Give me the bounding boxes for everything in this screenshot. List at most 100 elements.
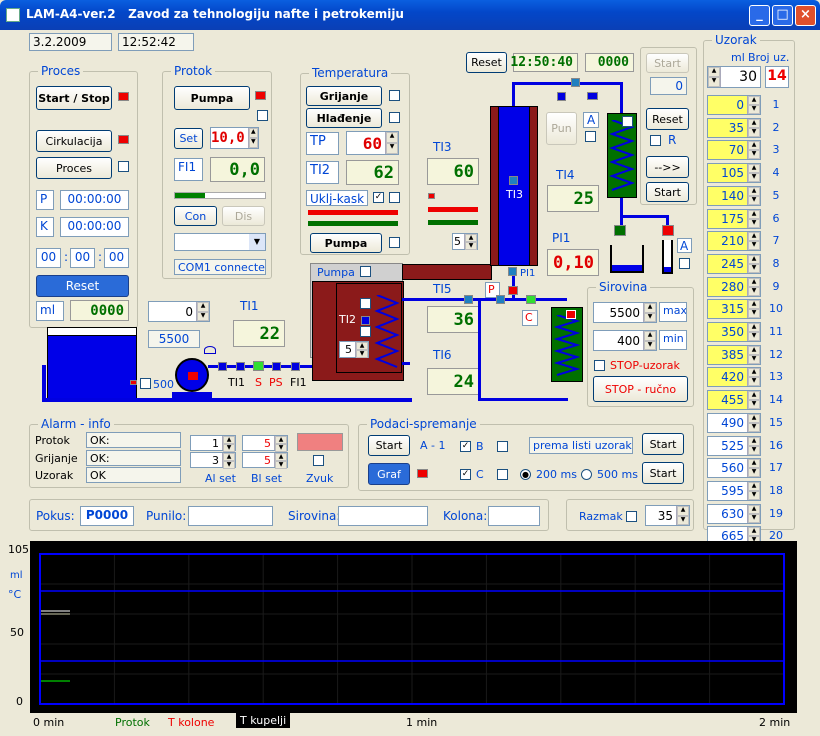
uklj-kask-checkbox[interactable]: ✓	[373, 192, 384, 203]
proces-button[interactable]: Proces	[36, 157, 112, 179]
spin-down-icon[interactable]: ▼	[748, 309, 760, 319]
timer-hours[interactable]: 00	[36, 248, 61, 268]
stop-uzorak-checkbox[interactable]	[594, 360, 605, 371]
uzorak-volume-spinner[interactable]: 0 ▲ ▼	[707, 95, 761, 115]
advance-button[interactable]: -->>	[646, 156, 689, 178]
cooler-upper-checkbox[interactable]	[622, 116, 633, 127]
pokus-field[interactable]: P0000	[80, 506, 134, 526]
temp-pumpa-button[interactable]: Pumpa	[310, 233, 382, 253]
uzorak-volume-spinner[interactable]: 210 ▲ ▼	[707, 231, 761, 252]
uzorak-volume-spinner[interactable]: 385 ▲ ▼	[707, 344, 761, 365]
spin-up-icon[interactable]: ▲	[748, 254, 760, 264]
uzorak-volume-value[interactable]: 420	[708, 368, 747, 386]
c-checkbox[interactable]: ✓	[460, 469, 471, 480]
uzorak-volume-spinner[interactable]: 595 ▲ ▼	[707, 480, 761, 501]
valve-icon[interactable]	[204, 346, 216, 354]
green-valve[interactable]	[614, 225, 626, 236]
uzorak-volume-spinner[interactable]: 350 ▲ ▼	[707, 322, 761, 342]
uzorak-ml-spinner[interactable]: 30 ▲ ▼	[707, 66, 761, 88]
spin-down-icon[interactable]: ▼	[748, 127, 760, 137]
uzorak-volume-spinner[interactable]: 175 ▲ ▼	[707, 208, 761, 229]
uklj-kask-checkbox-2[interactable]	[389, 192, 400, 203]
a2-checkbox[interactable]	[679, 258, 690, 269]
spin-down-icon[interactable]: ▼	[677, 515, 689, 525]
set-value[interactable]: 10,0	[211, 128, 248, 148]
bl-set-spin-2[interactable]: 5 ▲ ▼	[242, 452, 288, 469]
zvuk-checkbox[interactable]	[313, 455, 324, 466]
spin-up-icon[interactable]: ▲	[748, 96, 760, 105]
spin-down-icon[interactable]: ▼	[748, 263, 760, 273]
uzorak-volume-value[interactable]: 595	[708, 482, 747, 500]
spin-up-icon[interactable]: ▲	[748, 459, 760, 469]
spin-down-icon[interactable]: ▼	[248, 138, 258, 148]
al-set-value-2[interactable]: 3	[191, 453, 222, 467]
hladenje-button[interactable]: Hlađenje	[306, 108, 382, 128]
spin-down-icon[interactable]: ▼	[748, 445, 760, 455]
spin-down-icon[interactable]: ▼	[748, 468, 760, 478]
spin-up-icon[interactable]: ▲	[748, 164, 760, 174]
spin-up-icon[interactable]: ▲	[356, 342, 368, 350]
spin-up-icon[interactable]: ▲	[748, 481, 760, 491]
uzorak-volume-value[interactable]: 210	[708, 232, 747, 250]
spin-down-icon[interactable]: ▼	[748, 241, 760, 251]
spin-down-icon[interactable]: ▼	[748, 286, 760, 296]
uzorak-volume-spinner[interactable]: 245 ▲ ▼	[707, 253, 761, 274]
bath-spinner[interactable]: 5 ▲ ▼	[339, 341, 369, 358]
pump-icon[interactable]	[175, 358, 209, 392]
spin-up-icon[interactable]: ▲	[708, 67, 720, 77]
bl-set-value-1[interactable]: 5	[243, 436, 274, 450]
spin-down-icon[interactable]: ▼	[465, 242, 477, 250]
uzorak-volume-spinner[interactable]: 630 ▲ ▼	[707, 503, 761, 524]
spin-down-icon[interactable]: ▼	[644, 340, 656, 350]
uzorak-volume-value[interactable]: 280	[708, 278, 747, 296]
solenoid-s[interactable]	[253, 361, 264, 371]
spin-up-icon[interactable]: ▲	[748, 391, 760, 401]
c-valve[interactable]	[526, 295, 536, 304]
b2-checkbox[interactable]	[497, 441, 508, 452]
proces-checkbox[interactable]	[118, 161, 129, 172]
uzorak-volume-spinner[interactable]: 525 ▲ ▼	[707, 435, 761, 456]
al-set-spin-1[interactable]: 1 ▲ ▼	[190, 435, 236, 452]
spin-down-icon[interactable]: ▼	[275, 461, 287, 469]
al-set-spin-2[interactable]: 3 ▲ ▼	[190, 452, 236, 469]
spin-up-icon[interactable]: ▲	[748, 368, 760, 378]
spin-down-icon[interactable]: ▼	[748, 400, 760, 410]
uzorak-volume-spinner[interactable]: 420 ▲ ▼	[707, 367, 761, 388]
podaci-start-button-2[interactable]: Start	[642, 433, 684, 455]
spin-up-icon[interactable]: ▲	[748, 413, 760, 423]
spin-down-icon[interactable]: ▼	[197, 311, 209, 321]
uzorak-volume-spinner[interactable]: 455 ▲ ▼	[707, 390, 761, 411]
cb-500[interactable]	[140, 378, 151, 389]
spin-up-icon[interactable]: ▲	[644, 303, 656, 313]
p-valve[interactable]	[508, 286, 518, 295]
spin-up-icon[interactable]: ▲	[748, 527, 760, 537]
spin-zero-value[interactable]: 0	[149, 302, 196, 321]
uzorak-volume-value[interactable]: 350	[708, 323, 747, 341]
uzorak-volume-spinner[interactable]: 140 ▲ ▼	[707, 185, 761, 206]
set-spinner[interactable]: 10,0 ▲ ▼	[210, 127, 259, 149]
kolona-field[interactable]	[488, 506, 540, 526]
al-set-value-1[interactable]: 1	[191, 436, 222, 450]
bath-pumpa-checkbox[interactable]	[360, 266, 371, 277]
spin-down-icon[interactable]: ▼	[275, 444, 287, 452]
ti3-spinner[interactable]: 5 ▲ ▼	[452, 233, 478, 250]
sample-start-button-2[interactable]: Start	[646, 182, 689, 202]
uzorak-volume-value[interactable]: 315	[708, 300, 747, 318]
spin-up-icon[interactable]: ▲	[677, 506, 689, 516]
spin-up-icon[interactable]: ▲	[748, 141, 760, 151]
bath-spinner-value[interactable]: 5	[340, 342, 355, 357]
spin-up-icon[interactable]: ▲	[748, 186, 760, 196]
spin-up-icon[interactable]: ▲	[748, 209, 760, 219]
spin-down-icon[interactable]: ▼	[708, 77, 720, 87]
max-spinner[interactable]: 5500 ▲ ▼	[593, 302, 657, 323]
uzorak-volume-value[interactable]: 140	[708, 187, 747, 205]
spin-down-icon[interactable]: ▼	[748, 195, 760, 205]
bl-set-spin-1[interactable]: 5 ▲ ▼	[242, 435, 288, 452]
razmak-checkbox[interactable]	[626, 511, 637, 522]
uzorak-volume-value[interactable]: 70	[708, 141, 747, 159]
uzorak-volume-value[interactable]: 560	[708, 459, 747, 477]
spin-down-icon[interactable]: ▼	[748, 105, 760, 114]
protok-pumpa-button[interactable]: Pumpa	[174, 86, 250, 110]
uzorak-volume-value[interactable]: 385	[708, 346, 747, 364]
timer-minutes[interactable]: 00	[70, 248, 95, 268]
